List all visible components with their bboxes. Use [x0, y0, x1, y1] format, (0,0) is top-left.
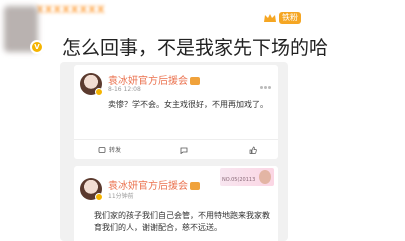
attached-screenshot[interactable]: 袁冰妍官方后援会 8-16 12:08 卖惨？学不会。女主戏很好，不用再加戏了。… — [60, 62, 288, 241]
repost-label: 转发 — [109, 147, 122, 154]
ad-portrait — [259, 170, 271, 184]
verified-icon — [95, 193, 103, 201]
post-card-2: 袁冰妍官方后援会 11分钟前 NO.05(20113 我们家的孩子我们自己会管，… — [74, 166, 278, 241]
verified-icon — [95, 88, 103, 96]
comment-icon — [180, 147, 187, 154]
ad-banner[interactable]: NO.05(20113 — [220, 168, 274, 186]
level-icon — [190, 77, 200, 85]
comment-text: 怎么回事，不是我家先下场的哈 — [62, 37, 329, 59]
verified-icon: V — [30, 40, 44, 54]
post-text: 卖惨？学不会。女主戏很好，不用再加戏了。 — [108, 100, 268, 109]
post-text-line-2: 育我们的人，谢谢配合，慈不远送。 — [94, 223, 222, 232]
post-time: 11分钟前 — [108, 193, 134, 200]
like-button[interactable] — [249, 145, 260, 154]
post-actions: 转发 — [74, 145, 278, 154]
ad-text: NO.05(20113 — [222, 177, 256, 183]
post-time: 8-16 12:08 — [108, 86, 141, 93]
blurred-username: xxxxxxxx — [36, 2, 106, 17]
weibo-comment-screen: xxxxxxxx 铁粉 V 怎么回事，不是我家先下场的哈 袁冰妍官方后援会 8-… — [0, 0, 405, 241]
post-author[interactable]: 袁冰妍官方后援会 — [108, 177, 200, 192]
post-author[interactable]: 袁冰妍官方后援会 — [108, 72, 200, 87]
divider — [74, 139, 278, 140]
post-card-1: 袁冰妍官方后援会 8-16 12:08 卖惨？学不会。女主戏很好，不用再加戏了。… — [74, 65, 278, 159]
repost-icon — [98, 146, 106, 153]
post-text: 我们家的孩子我们自己会管，不用特地跑来我家教 育我们的人，谢谢配合，慈不远送。 — [94, 210, 278, 234]
post-text-line-1: 我们家的孩子我们自己会管，不用特地跑来我家教 — [94, 211, 270, 220]
more-options-icon[interactable] — [260, 74, 274, 89]
level-icon — [190, 182, 200, 190]
fan-badge-group[interactable]: 铁粉 — [263, 12, 301, 24]
fans-badge: 铁粉 — [279, 12, 301, 24]
repost-button[interactable]: 转发 — [98, 145, 121, 154]
top-strip: xxxxxxxx 铁粉 — [0, 0, 405, 30]
crown-icon — [264, 13, 276, 22]
like-icon — [249, 146, 257, 154]
comment-button[interactable] — [180, 145, 191, 154]
